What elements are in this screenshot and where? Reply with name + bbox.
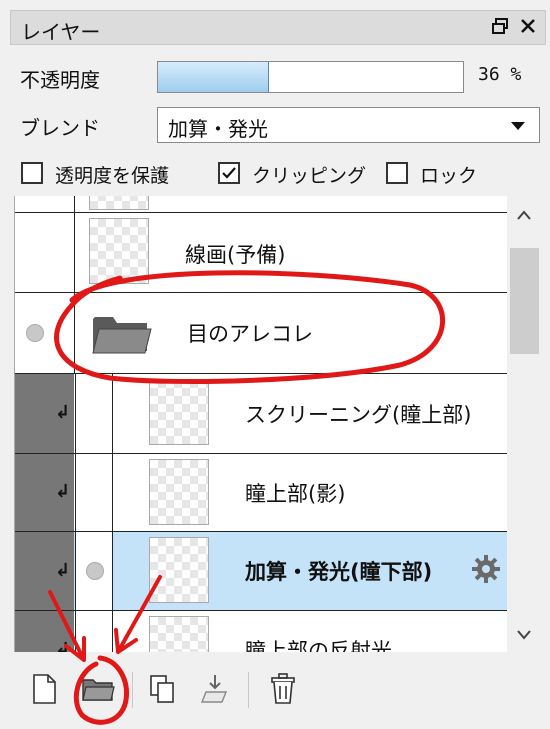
close-icon[interactable] xyxy=(519,16,537,40)
dropdown-arrow-icon xyxy=(511,122,525,130)
trash-icon[interactable] xyxy=(268,672,302,706)
layer-thumbnail xyxy=(149,379,209,445)
toolbar-separator xyxy=(248,672,249,708)
toolbar-separator xyxy=(132,672,133,708)
merge-down-icon[interactable] xyxy=(198,672,232,706)
clipping-arrow-icon: ↲ xyxy=(55,481,71,502)
visibility-toggle[interactable] xyxy=(15,293,75,373)
copy-layer-icon[interactable] xyxy=(146,672,180,706)
folder-row[interactable]: 目のアレコレ xyxy=(15,293,507,374)
visibility-dot-icon xyxy=(86,562,104,580)
layer-row[interactable] xyxy=(15,196,507,213)
opacity-slider-fill xyxy=(158,62,269,92)
clipping-arrow-icon: ↲ xyxy=(55,560,71,581)
clipping-arrow-icon: ↲ xyxy=(55,639,71,652)
layer-name: スクリーニング(瞳上部) xyxy=(245,403,472,427)
panel-title-bar: レイヤー xyxy=(10,10,546,45)
layer-thumbnail xyxy=(149,459,209,525)
opacity-value: 36 % xyxy=(478,64,522,85)
visibility-toggle[interactable] xyxy=(15,213,75,292)
blend-mode-select[interactable]: 加算・発光 xyxy=(157,107,540,143)
opacity-label: 不透明度 xyxy=(20,68,100,92)
layer-row[interactable]: ↲ スクリーニング(瞳上部) xyxy=(15,374,507,454)
vertical-scrollbar[interactable] xyxy=(507,196,542,652)
layer-row-selected[interactable]: ↲ 加算・発光(瞳下部) xyxy=(15,532,507,611)
new-folder-icon[interactable] xyxy=(80,672,115,706)
opacity-slider[interactable] xyxy=(157,61,464,93)
layer-thumbnail xyxy=(149,616,209,652)
scroll-up-icon[interactable] xyxy=(517,204,531,225)
visibility-toggle[interactable] xyxy=(75,374,113,453)
scroll-down-icon[interactable] xyxy=(517,624,531,645)
visibility-toggle[interactable] xyxy=(75,611,113,652)
layer-list[interactable]: 線画(予備) 目のアレコレ ↲ スクリーニング(瞳上部) ↲ 瞳上部(影) ↲ xyxy=(14,196,507,652)
layer-row[interactable]: ↲ 瞳上部(影) xyxy=(15,454,507,532)
visibility-toggle[interactable] xyxy=(75,532,113,610)
layer-name: 瞳上部(影) xyxy=(245,482,346,506)
folder-name: 目のアレコレ xyxy=(187,322,313,346)
layer-name: 加算・発光(瞳下部) xyxy=(245,560,433,584)
layer-row[interactable]: 線画(予備) xyxy=(15,213,507,293)
folder-icon xyxy=(91,311,153,359)
panel-title: レイヤー xyxy=(21,20,101,44)
gear-icon[interactable] xyxy=(471,554,501,588)
layer-name: 線画(予備) xyxy=(185,243,286,267)
layer-thumbnail xyxy=(89,218,149,284)
clipping-arrow-icon: ↲ xyxy=(55,402,71,423)
float-window-icon[interactable] xyxy=(491,16,509,40)
visibility-toggle[interactable] xyxy=(75,454,113,531)
protect-alpha-checkbox[interactable] xyxy=(21,162,43,184)
layer-name: 瞳上部の反射光 xyxy=(245,639,392,652)
lock-checkbox[interactable] xyxy=(386,162,408,184)
layer-thumbnail xyxy=(89,196,149,210)
layer-thumbnail xyxy=(149,537,209,603)
clipping-checkbox[interactable] xyxy=(218,162,240,184)
visibility-dot-icon xyxy=(26,324,44,342)
clipping-label: クリッピング xyxy=(252,165,367,187)
lock-label: ロック xyxy=(420,165,478,187)
blend-label: ブレンド xyxy=(20,116,100,140)
blend-mode-value: 加算・発光 xyxy=(168,117,268,141)
protect-alpha-label: 透明度を保護 xyxy=(55,165,170,187)
scrollbar-thumb[interactable] xyxy=(510,248,539,354)
checkmark-icon xyxy=(222,167,236,179)
visibility-toggle[interactable] xyxy=(15,196,75,212)
layer-row[interactable]: ↲ 瞳上部の反射光 xyxy=(15,611,507,652)
layer-toolbar xyxy=(10,660,546,718)
new-layer-icon[interactable] xyxy=(28,672,62,706)
